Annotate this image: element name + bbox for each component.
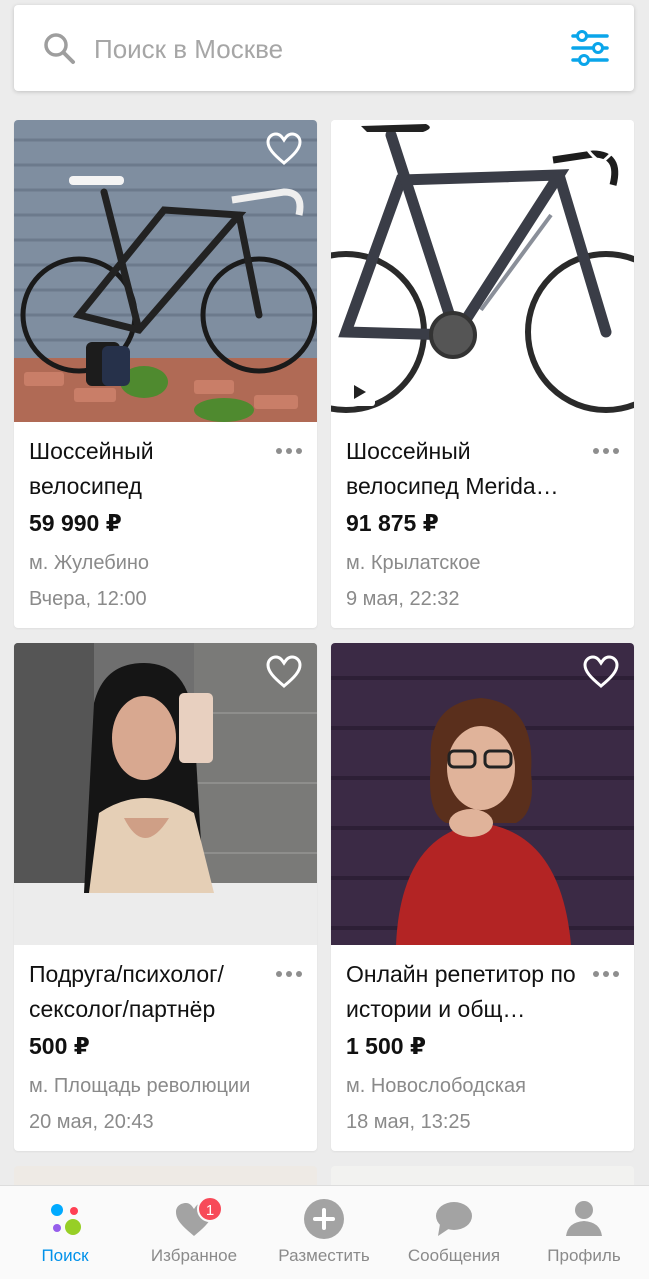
listing-photo[interactable] <box>14 643 317 945</box>
nav-item-post[interactable]: Разместить <box>259 1186 389 1279</box>
listing-price: 1 500 ₽ <box>346 1033 426 1059</box>
listing-date: 20 мая, 20:43 <box>29 1111 154 1133</box>
listing-title[interactable]: Шоссейный велосипед <box>29 434 269 504</box>
more-options-icon[interactable] <box>592 446 620 456</box>
nav-item-favorites[interactable]: 1 Избранное <box>129 1186 259 1279</box>
nav-item-search[interactable]: Поиск <box>0 1186 130 1279</box>
nav-label: Профиль <box>547 1246 621 1265</box>
favorite-heart-icon[interactable] <box>582 132 620 166</box>
listing-title[interactable]: Онлайн репетитор по истории и общ… <box>346 957 586 1027</box>
listing-title[interactable]: Подруга/психолог/ сексолог/партнёр <box>29 957 269 1027</box>
listing-title[interactable]: Шоссейный велосипед Merida… <box>346 434 586 504</box>
nav-item-profile[interactable]: Профиль <box>519 1186 649 1279</box>
listing-card[interactable]: Шоссейный велосипед 59 990 ₽ м. Жулебино… <box>14 120 317 628</box>
listing-date: 9 мая, 22:32 <box>346 588 460 610</box>
more-options-icon[interactable] <box>275 446 303 456</box>
bottom-navigation: Поиск 1 Избранное Разместить Сообщения П… <box>0 1185 649 1279</box>
listing-card[interactable]: Подруга/психолог/ сексолог/партнёр 500 ₽… <box>14 643 317 1151</box>
listing-card[interactable]: Онлайн репетитор по истории и общ… 1 500… <box>331 643 634 1151</box>
plus-icon <box>304 1199 344 1239</box>
search-icon <box>44 33 75 64</box>
nav-label: Поиск <box>41 1246 89 1265</box>
nav-label: Разместить <box>278 1246 370 1265</box>
listing-date: 18 мая, 13:25 <box>346 1111 471 1133</box>
listing-price: 59 990 ₽ <box>29 510 122 536</box>
listing-location: м. Жулебино <box>29 552 150 574</box>
listing-location: м. Площадь революции <box>29 1075 251 1097</box>
search-input[interactable] <box>94 29 554 69</box>
nav-label: Избранное <box>150 1246 238 1265</box>
filter-settings-icon[interactable] <box>570 30 610 66</box>
more-options-icon[interactable] <box>275 969 303 979</box>
listing-photo[interactable] <box>331 643 634 945</box>
search-dots-icon <box>51 1204 81 1235</box>
more-options-icon[interactable] <box>592 969 620 979</box>
listing-photo[interactable] <box>14 120 317 422</box>
video-badge <box>345 378 375 406</box>
listing-date: Вчера, 12:00 <box>29 588 147 610</box>
favorite-heart-icon[interactable] <box>265 655 303 689</box>
favorite-heart-icon[interactable] <box>265 132 303 166</box>
listing-location: м. Крылатское <box>346 552 481 574</box>
profile-icon <box>566 1201 602 1236</box>
notification-badge: 1 <box>197 1196 223 1222</box>
nav-item-messages[interactable]: Сообщения <box>389 1186 519 1279</box>
listing-photo[interactable] <box>331 120 634 422</box>
listing-location: м. Новослободская <box>346 1075 526 1097</box>
chat-icon <box>436 1202 472 1236</box>
listing-price: 91 875 ₽ <box>346 510 439 536</box>
listing-card[interactable]: Шоссейный велосипед Merida… 91 875 ₽ м. … <box>331 120 634 628</box>
favorite-heart-icon[interactable] <box>582 655 620 689</box>
search-bar[interactable] <box>14 5 634 91</box>
play-icon <box>354 385 366 399</box>
nav-label: Сообщения <box>407 1246 501 1265</box>
listing-price: 500 ₽ <box>29 1033 90 1059</box>
